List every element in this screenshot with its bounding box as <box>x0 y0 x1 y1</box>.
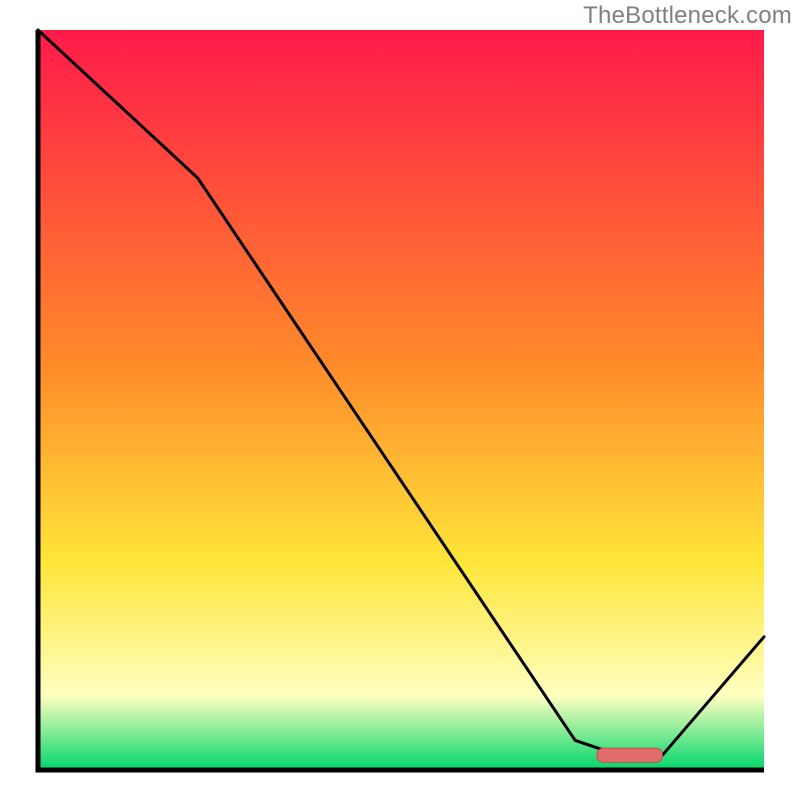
optimal-range-marker <box>597 748 662 762</box>
watermark-text: TheBottleneck.com <box>583 2 792 30</box>
gradient-background <box>38 30 764 770</box>
chart-container: TheBottleneck.com <box>0 0 800 800</box>
bottleneck-chart <box>0 0 800 800</box>
